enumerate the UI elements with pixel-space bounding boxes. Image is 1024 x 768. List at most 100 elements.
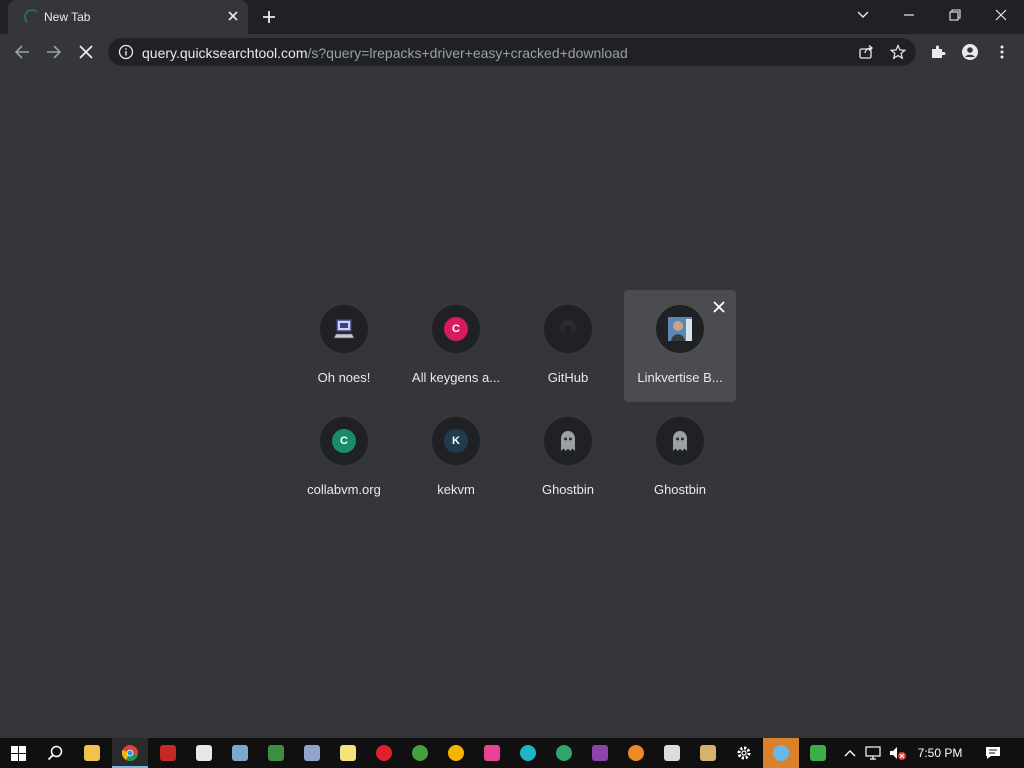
shortcut-icon-circle: [656, 305, 704, 353]
tab-new-tab[interactable]: New Tab: [8, 0, 248, 34]
chrome-2-icon[interactable]: [438, 738, 474, 768]
profile-avatar-icon[interactable]: [958, 40, 982, 64]
red-app-icon[interactable]: [150, 738, 186, 768]
taskbar-clock[interactable]: 7:50 PM: [912, 746, 968, 760]
network-icon[interactable]: [862, 738, 884, 768]
avatar-photo-icon: [668, 317, 692, 341]
edge-glyph: [556, 745, 572, 761]
globe-app-icon[interactable]: [763, 738, 799, 768]
chrome-taskbar-icon[interactable]: [112, 738, 148, 768]
shortcut-icon-circle: [544, 417, 592, 465]
shortcut-label: All keygens a...: [411, 370, 501, 385]
shortcut-label: kekvm: [437, 482, 475, 497]
cyan-app-icon[interactable]: [510, 738, 546, 768]
orange-app-glyph: [628, 745, 644, 761]
letter-badge-icon: C: [444, 317, 468, 341]
shortcut-icon-circle: K: [432, 417, 480, 465]
url-host: query.quicksearchtool.com: [142, 45, 308, 61]
media-app-icon[interactable]: [474, 738, 510, 768]
checkmark-app-icon[interactable]: [582, 738, 618, 768]
minimize-icon[interactable]: [886, 0, 932, 30]
tab-strip: New Tab: [0, 0, 1024, 34]
shortcut-label: Oh noes!: [317, 370, 371, 385]
utorrent-glyph: [412, 745, 428, 761]
github-icon: [556, 317, 580, 341]
shortcut-label: GitHub: [547, 370, 589, 385]
7zip-icon[interactable]: [186, 738, 222, 768]
loading-spinner-icon: [24, 9, 40, 25]
remove-shortcut-close-icon[interactable]: [710, 298, 728, 316]
image-viewer-glyph: [232, 745, 248, 761]
notepad-icon[interactable]: [330, 738, 366, 768]
more-menu-icon[interactable]: [990, 40, 1014, 64]
extensions-puzzle-icon[interactable]: [926, 40, 950, 64]
shortcut-icon-circle: [320, 305, 368, 353]
security-shield-icon[interactable]: [800, 738, 836, 768]
shortcut-tile[interactable]: K kekvm: [400, 402, 512, 514]
shortcut-tile[interactable]: C collabvm.org: [288, 402, 400, 514]
pc-computer-icon: [332, 317, 356, 341]
address-bar[interactable]: query.quicksearchtool.com/s?query=lrepac…: [108, 38, 916, 66]
back-arrow-icon[interactable]: [10, 40, 34, 64]
bookmark-star-icon[interactable]: [889, 44, 907, 60]
search-icon[interactable]: [37, 738, 73, 768]
utorrent-icon[interactable]: [402, 738, 438, 768]
share-icon[interactable]: [858, 44, 874, 60]
cyan-app-glyph: [520, 745, 536, 761]
green-app-glyph: [268, 745, 284, 761]
green-app-icon[interactable]: [258, 738, 294, 768]
letter-badge-icon: K: [444, 429, 468, 453]
archive-app-glyph: [700, 745, 716, 761]
stop-loading-icon[interactable]: [74, 40, 98, 64]
shortcut-tile[interactable]: Oh noes!: [288, 290, 400, 402]
computer-app-icon[interactable]: [294, 738, 330, 768]
opera-icon[interactable]: [366, 738, 402, 768]
settings-gear-icon[interactable]: [726, 738, 762, 768]
shield-app-glyph: [664, 745, 680, 761]
orange-app-icon[interactable]: [618, 738, 654, 768]
shortcut-label: Ghostbin: [653, 482, 707, 497]
action-center-notifications-icon[interactable]: [978, 738, 1008, 768]
browser-toolbar: query.quicksearchtool.com/s?query=lrepac…: [0, 34, 1024, 70]
shortcut-tile[interactable]: Ghostbin: [624, 402, 736, 514]
shortcut-icon-circle: [656, 417, 704, 465]
security-shield-glyph: [810, 745, 826, 761]
shortcut-label: Ghostbin: [541, 482, 595, 497]
new-tab-button[interactable]: [258, 6, 280, 28]
archive-app-icon[interactable]: [690, 738, 726, 768]
tab-title: New Tab: [44, 10, 91, 24]
volume-muted-icon[interactable]: [886, 738, 908, 768]
image-viewer-icon[interactable]: [222, 738, 258, 768]
tab-close-icon[interactable]: [224, 7, 242, 25]
shortcut-label: collabvm.org: [307, 482, 381, 497]
red-app-glyph: [160, 745, 176, 761]
shortcut-label: Linkvertise B...: [637, 370, 723, 385]
ghost-icon: [668, 429, 692, 453]
tray-overflow-chevron-icon[interactable]: [840, 738, 860, 768]
shortcut-tile[interactable]: Linkvertise B...: [624, 290, 736, 402]
opera-glyph: [376, 745, 392, 761]
close-window-icon[interactable]: [978, 0, 1024, 30]
shield-app-icon[interactable]: [654, 738, 690, 768]
shortcut-icon-circle: [544, 305, 592, 353]
shortcut-icon-circle: C: [432, 305, 480, 353]
url-text[interactable]: query.quicksearchtool.com/s?query=lrepac…: [142, 45, 628, 61]
site-info-icon[interactable]: [118, 44, 134, 60]
windows-taskbar: 7:50 PM: [0, 738, 1024, 768]
globe-app-glyph: [773, 745, 789, 761]
restore-icon[interactable]: [932, 0, 978, 30]
checkmark-app-glyph: [592, 745, 608, 761]
shortcut-icon-circle: C: [320, 417, 368, 465]
shortcut-tile[interactable]: Ghostbin: [512, 402, 624, 514]
chrome-2-glyph: [448, 745, 464, 761]
7zip-glyph: [196, 745, 212, 761]
file-explorer-icon[interactable]: [74, 738, 110, 768]
windows-start-icon[interactable]: [0, 738, 36, 768]
file-explorer-glyph: [84, 745, 100, 761]
shortcut-tile[interactable]: GitHub: [512, 290, 624, 402]
shortcut-tile[interactable]: C All keygens a...: [400, 290, 512, 402]
media-app-glyph: [484, 745, 500, 761]
forward-arrow-icon[interactable]: [42, 40, 66, 64]
edge-icon[interactable]: [546, 738, 582, 768]
tab-search-chevron-icon[interactable]: [840, 0, 886, 30]
